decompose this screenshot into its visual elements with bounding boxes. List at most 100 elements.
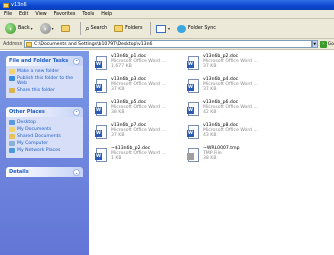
file-item[interactable]: v13n6b_p7.doc Microsoft Office Word ... … bbox=[95, 123, 196, 145]
menu-file[interactable]: File bbox=[4, 12, 12, 17]
task-new-folder[interactable]: Make a new folder bbox=[9, 69, 80, 74]
search-icon: ⌕ bbox=[85, 23, 90, 33]
back-label: Back bbox=[18, 26, 30, 31]
chevron-down-icon[interactable]: ⌄ bbox=[73, 168, 80, 176]
word-document-icon bbox=[95, 148, 107, 162]
file-item[interactable]: v13n6b_p2.doc Microsoft Office Word ... … bbox=[187, 54, 288, 76]
word-document-icon bbox=[95, 125, 107, 139]
place-desktop[interactable]: Desktop bbox=[9, 120, 80, 125]
toolbar-divider bbox=[150, 22, 151, 35]
my-computer-icon bbox=[9, 141, 15, 146]
search-button[interactable]: ⌕ Search bbox=[83, 22, 109, 36]
file-item[interactable]: v13n6b_p8.doc Microsoft Office Word ... … bbox=[187, 123, 288, 145]
place-label: Desktop bbox=[17, 120, 36, 125]
place-shared-documents[interactable]: Shared Documents bbox=[9, 134, 80, 139]
forward-button[interactable]: › ▾ bbox=[38, 22, 56, 36]
back-arrow-icon: ‹ bbox=[5, 23, 16, 34]
chevron-up-icon[interactable]: ⌃ bbox=[73, 57, 80, 65]
desktop-icon bbox=[9, 120, 15, 125]
chevron-down-icon[interactable]: ▼ bbox=[311, 40, 318, 48]
file-size: 1,677 KB bbox=[111, 64, 132, 69]
folder-up-icon bbox=[60, 25, 70, 32]
publish-web-icon bbox=[9, 76, 15, 81]
sync-icon bbox=[177, 24, 186, 33]
file-size: 38 KB bbox=[111, 110, 125, 115]
chevron-down-icon: ▾ bbox=[30, 26, 33, 31]
file-size: 37 KB bbox=[203, 87, 217, 92]
forward-arrow-icon: › bbox=[39, 23, 51, 34]
place-my-network[interactable]: My Network Places bbox=[9, 148, 80, 153]
details-panel: Details ⌄ bbox=[6, 167, 83, 177]
file-size: 37 KB bbox=[203, 64, 217, 69]
go-button[interactable]: › Go bbox=[319, 40, 334, 48]
other-places-panel: Other Places ⌃ Desktop My Documents Shar… bbox=[6, 107, 83, 158]
panel-title: Details bbox=[9, 169, 29, 175]
folder-sync-button[interactable]: Folder Sync bbox=[175, 22, 218, 36]
file-size: 43 KB bbox=[203, 133, 217, 138]
word-document-icon bbox=[95, 102, 107, 116]
word-document-icon bbox=[187, 79, 199, 93]
address-label: Address bbox=[3, 41, 23, 47]
file-item[interactable]: v13n6b_p4.doc Microsoft Office Word ... … bbox=[187, 77, 288, 99]
file-item[interactable]: ~WRL0007.tmp TMP File 38 KB bbox=[187, 146, 288, 168]
task-label: Make a new folder bbox=[17, 69, 60, 74]
file-item[interactable]: v13n6b_p3.doc Microsoft Office Word ... … bbox=[95, 77, 196, 99]
address-bar: Address C:\Documents and Settings\b1079T… bbox=[0, 39, 334, 50]
task-pane: File and Folder Tasks ⌃ Make a new folde… bbox=[0, 51, 89, 255]
place-label: My Documents bbox=[17, 127, 52, 132]
place-label: My Computer bbox=[17, 141, 48, 146]
window-title: v13n6 bbox=[11, 2, 27, 8]
back-button[interactable]: ‹ Back ▾ bbox=[3, 22, 35, 36]
word-document-icon bbox=[95, 56, 107, 70]
file-item[interactable]: v13n6b_p6.doc Microsoft Office Word ... … bbox=[187, 100, 288, 122]
folders-icon bbox=[114, 25, 124, 32]
toolbar: ‹ Back ▾ › ▾ ⌕ Search Folders ▾ Folder S… bbox=[0, 19, 334, 39]
menu-view[interactable]: View bbox=[35, 12, 46, 17]
file-size: 38 KB bbox=[203, 156, 217, 161]
folders-button[interactable]: Folders bbox=[112, 22, 144, 36]
search-label: Search bbox=[90, 26, 108, 31]
file-item[interactable]: v13n6b_p1.doc Microsoft Office Word ... … bbox=[95, 54, 196, 76]
chevron-down-icon: ▾ bbox=[51, 26, 54, 31]
file-size: 37 KB bbox=[111, 133, 125, 138]
views-button[interactable]: ▾ bbox=[154, 22, 172, 36]
new-folder-icon bbox=[9, 69, 15, 74]
file-item[interactable]: ~$13n6b_p2.doc Microsoft Office Word ...… bbox=[95, 146, 196, 168]
up-button[interactable] bbox=[59, 22, 74, 36]
file-list: v13n6b_p1.doc Microsoft Office Word ... … bbox=[89, 51, 334, 255]
file-item[interactable]: v13n6b_p5.doc Microsoft Office Word ... … bbox=[95, 100, 196, 122]
folder-icon bbox=[3, 2, 9, 8]
word-document-icon bbox=[187, 102, 199, 116]
place-my-computer[interactable]: My Computer bbox=[9, 141, 80, 146]
tmp-file-icon bbox=[187, 148, 199, 162]
panel-title: File and Folder Tasks bbox=[9, 58, 69, 64]
menu-edit[interactable]: Edit bbox=[19, 12, 28, 17]
folders-label: Folders bbox=[125, 26, 143, 31]
network-places-icon bbox=[9, 148, 15, 153]
panel-header[interactable]: Other Places ⌃ bbox=[6, 107, 83, 117]
menu-bar: File Edit View Favorites Tools Help bbox=[0, 10, 334, 19]
file-size: 42 KB bbox=[203, 110, 217, 115]
folder-icon bbox=[26, 41, 33, 47]
task-publish-web[interactable]: Publish this folder to the Web bbox=[9, 76, 80, 86]
place-label: My Network Places bbox=[17, 148, 61, 153]
panel-title: Other Places bbox=[9, 109, 45, 115]
folder-sync-label: Folder Sync bbox=[188, 26, 216, 31]
go-label: Go bbox=[327, 41, 334, 47]
chevron-down-icon: ▾ bbox=[167, 26, 170, 31]
panel-body: Make a new folder Publish this folder to… bbox=[6, 66, 83, 98]
panel-header[interactable]: Details ⌄ bbox=[6, 167, 83, 177]
place-my-documents[interactable]: My Documents bbox=[9, 127, 80, 132]
menu-tools[interactable]: Tools bbox=[82, 12, 94, 17]
menu-help[interactable]: Help bbox=[101, 12, 112, 17]
task-share-folder[interactable]: Share this folder bbox=[9, 88, 80, 93]
place-label: Shared Documents bbox=[17, 134, 61, 139]
menu-favorites[interactable]: Favorites bbox=[54, 12, 76, 17]
views-icon bbox=[155, 24, 166, 33]
panel-header[interactable]: File and Folder Tasks ⌃ bbox=[6, 56, 83, 66]
file-folder-tasks-panel: File and Folder Tasks ⌃ Make a new folde… bbox=[6, 56, 83, 98]
my-documents-icon bbox=[9, 127, 15, 132]
file-size: 1 KB bbox=[111, 156, 122, 161]
address-input[interactable]: C:\Documents and Settings\b1079T\Desktop… bbox=[24, 40, 312, 48]
chevron-up-icon[interactable]: ⌃ bbox=[73, 108, 80, 116]
